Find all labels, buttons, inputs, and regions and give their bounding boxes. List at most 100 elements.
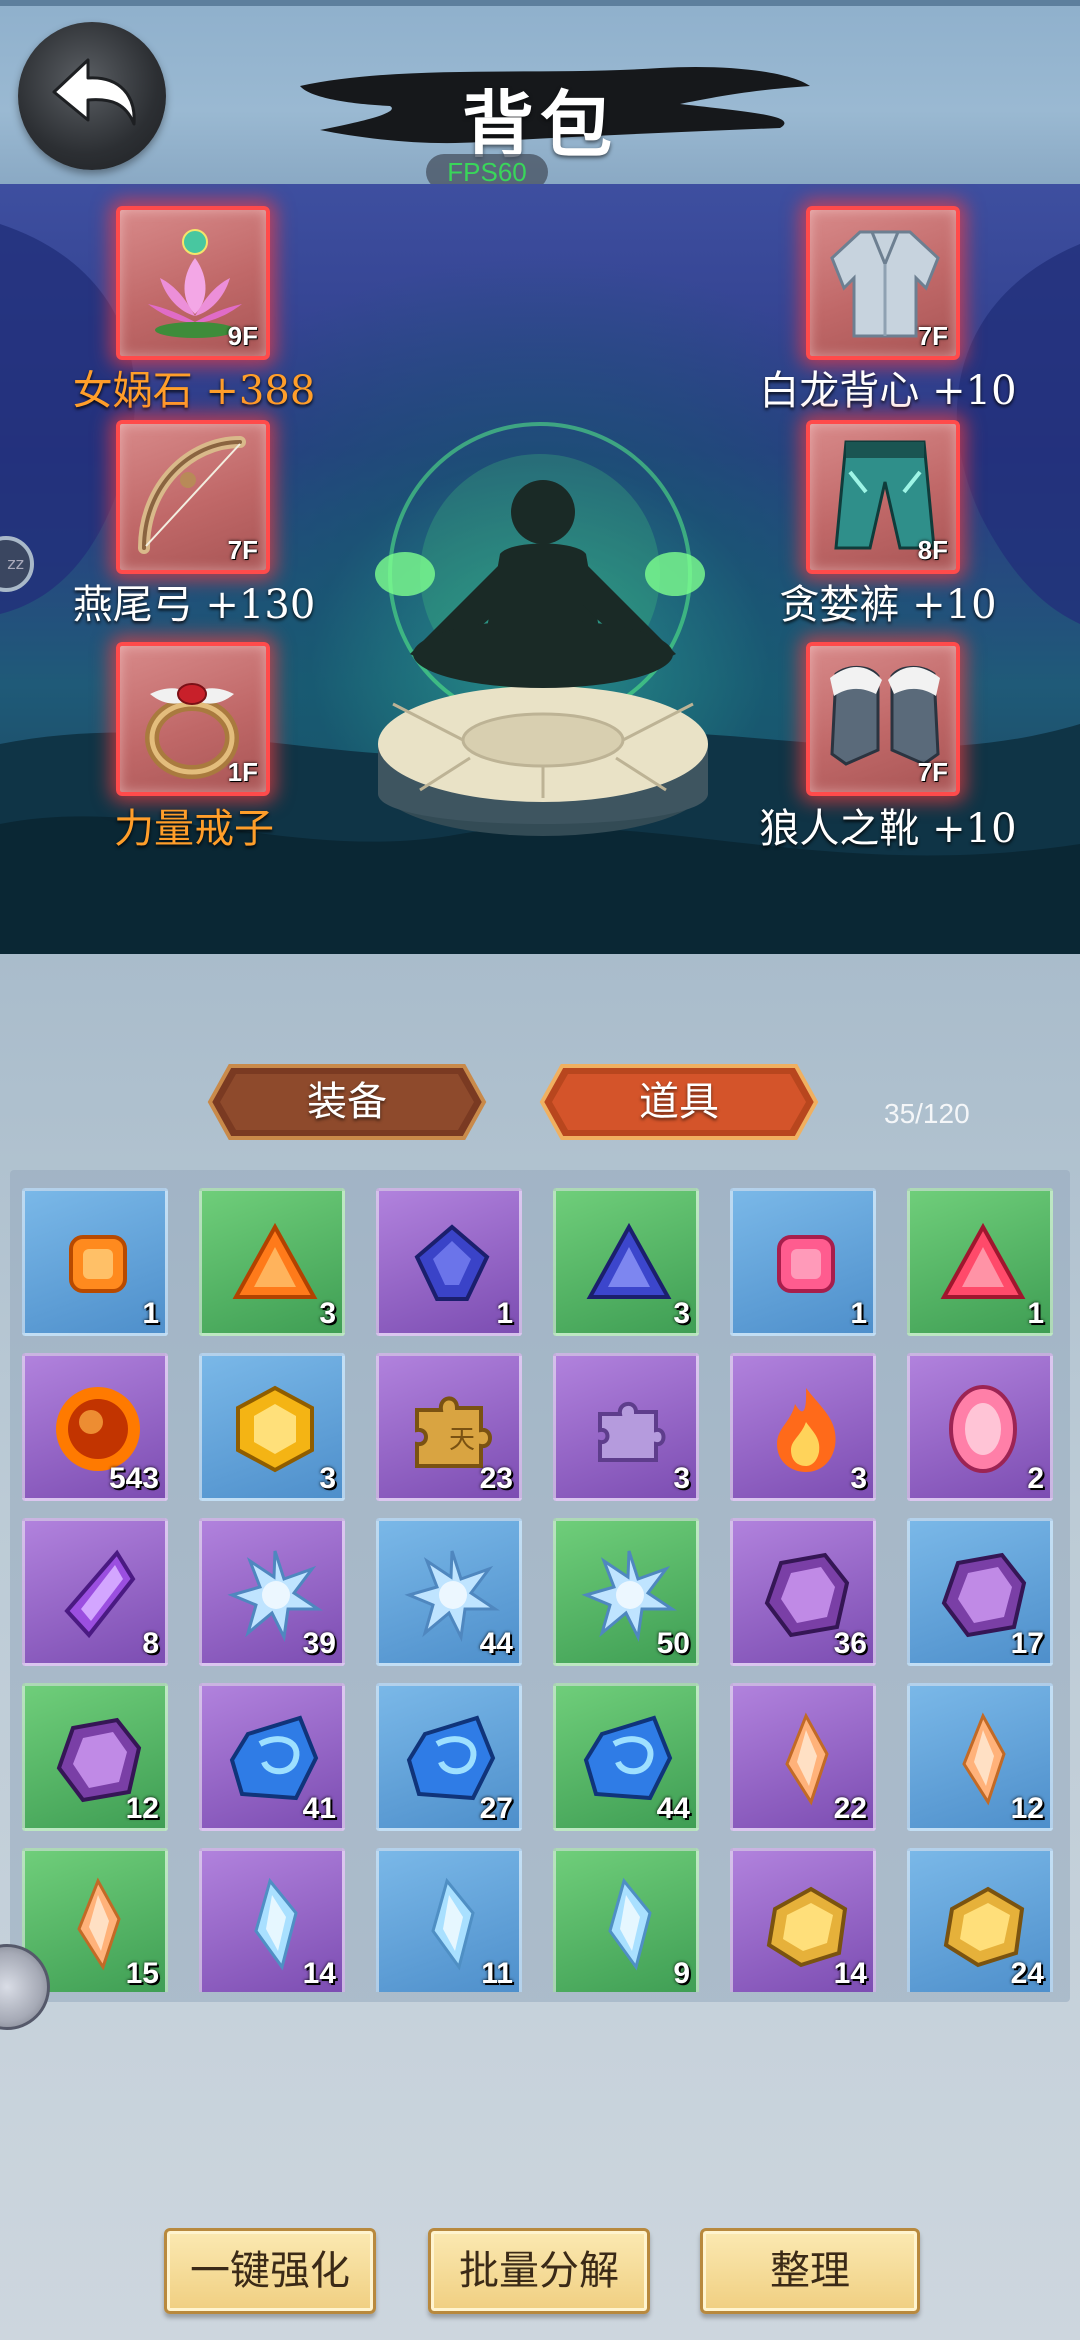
tab-equipment-label: 装备 <box>307 1079 387 1125</box>
inventory-item[interactable]: 3 <box>730 1353 876 1501</box>
inventory-item[interactable]: 1 <box>376 1188 522 1336</box>
flame-icon <box>777 1388 836 1472</box>
sort-button[interactable]: 整理 <box>700 2228 920 2314</box>
slot-floor: 9F <box>227 321 258 351</box>
item-quantity: 1 <box>850 1297 867 1330</box>
slot-floor: 7F <box>917 757 948 787</box>
item-quantity: 3 <box>673 1462 690 1495</box>
inventory-item[interactable]: 天 23 <box>376 1353 522 1501</box>
item-quantity: 22 <box>833 1792 867 1825</box>
item-grid[interactable]: 1 3 1 3 1 1 543 3 天 23 3 3 2 8 39 44 50 36 17 12 41 27 44 22 12 1… <box>22 1188 1062 1992</box>
item-quantity: 543 <box>108 1462 159 1495</box>
equipment-scene: zz 9F 女娲石 +388 7F 燕尾弓 +130 1F 力量戒子 7F 白龙… <box>0 184 1080 954</box>
item-quantity: 27 <box>479 1792 513 1825</box>
inventory-item[interactable]: 41 <box>199 1683 345 1831</box>
inventory-item[interactable]: 1 <box>22 1188 168 1336</box>
slot-floor: 8F <box>917 535 948 565</box>
svg-text:天: 天 <box>449 1425 475 1454</box>
inventory-item[interactable]: 36 <box>730 1518 876 1666</box>
item-quantity: 3 <box>673 1297 690 1330</box>
tab-items-label: 道具 <box>639 1079 719 1125</box>
item-quantity: 15 <box>125 1957 159 1990</box>
item-quantity: 23 <box>479 1462 513 1495</box>
item-quantity: 24 <box>1010 1957 1044 1990</box>
item-quantity: 3 <box>850 1462 867 1495</box>
inventory-item[interactable]: 3 <box>553 1353 699 1501</box>
inventory-item[interactable]: 14 <box>730 1848 876 1992</box>
batch-decompose-button[interactable]: 批量分解 <box>428 2228 650 2314</box>
equip-name-talisman: 女娲石 +388 <box>72 368 316 414</box>
item-quantity: 44 <box>656 1792 690 1825</box>
inventory-item[interactable]: 27 <box>376 1683 522 1831</box>
equip-slot-armor[interactable]: 7F <box>806 206 960 360</box>
light-blue-shard-icon <box>608 1877 652 1971</box>
item-quantity: 9 <box>673 1957 690 1990</box>
equip-slot-talisman[interactable]: 9F <box>116 206 270 360</box>
inventory-item[interactable]: 11 <box>376 1848 522 1992</box>
item-quantity: 39 <box>302 1627 336 1660</box>
equip-slot-boots[interactable]: 7F <box>806 642 960 796</box>
item-quantity: 17 <box>1010 1627 1044 1660</box>
blue-gem-icon <box>414 1224 490 1301</box>
equip-slot-pants[interactable]: 8F <box>806 420 960 574</box>
inventory-item[interactable]: 9 <box>553 1848 699 1992</box>
inventory-item[interactable]: 24 <box>907 1848 1053 1992</box>
item-quantity: 50 <box>656 1627 690 1660</box>
inventory-item[interactable]: 3 <box>553 1188 699 1336</box>
item-quantity: 14 <box>833 1957 867 1990</box>
item-quantity: 36 <box>833 1627 867 1660</box>
inventory-item[interactable]: 12 <box>907 1683 1053 1831</box>
inventory-item[interactable]: 3 <box>199 1353 345 1501</box>
orange-triangle-gem-icon <box>232 1222 318 1299</box>
pink-gem-icon <box>777 1235 835 1293</box>
item-quantity: 41 <box>302 1792 336 1825</box>
inventory-item[interactable]: 50 <box>553 1518 699 1666</box>
inventory-item[interactable]: 12 <box>22 1683 168 1831</box>
slot-floor: 1F <box>227 757 258 787</box>
inventory-item[interactable]: 44 <box>553 1683 699 1831</box>
page-title: 背包 <box>461 82 618 167</box>
item-quantity: 12 <box>125 1792 159 1825</box>
inventory-item[interactable]: 22 <box>730 1683 876 1831</box>
inventory-item[interactable]: 1 <box>907 1188 1053 1336</box>
inventory-item[interactable]: 39 <box>199 1518 345 1666</box>
tab-items[interactable]: 道具 <box>539 1064 819 1140</box>
item-quantity: 12 <box>1010 1792 1044 1825</box>
inventory-item[interactable]: 543 <box>22 1353 168 1501</box>
equip-name-boots: 狼人之靴 +10 <box>759 806 1017 852</box>
purple-puzzle-piece-icon <box>598 1402 666 1462</box>
auto-enhance-button[interactable]: 一键强化 <box>164 2228 376 2314</box>
equip-name-armor: 白龙背心 +10 <box>759 368 1017 414</box>
equip-name-pants: 贪婪裤 +10 <box>779 582 997 628</box>
top-bar: 背包 FPS60 <box>0 0 1080 190</box>
inventory-count: 35/120 <box>884 1098 970 1129</box>
item-quantity: 8 <box>142 1627 159 1660</box>
inventory-item[interactable]: 17 <box>907 1518 1053 1666</box>
inventory-item[interactable]: 8 <box>22 1518 168 1666</box>
tab-equipment[interactable]: 装备 <box>207 1064 487 1140</box>
slot-floor: 7F <box>917 321 948 351</box>
equip-name-ring: 力量戒子 <box>114 806 274 852</box>
inventory-item[interactable]: 44 <box>376 1518 522 1666</box>
pink-oval-gem-icon <box>949 1385 1017 1473</box>
inventory-item[interactable]: 14 <box>199 1848 345 1992</box>
inventory-item[interactable]: 2 <box>907 1353 1053 1501</box>
item-quantity: 44 <box>479 1627 513 1660</box>
item-quantity: 1 <box>496 1297 513 1330</box>
gold-hexagon-gem-icon <box>236 1385 314 1473</box>
inventory-item[interactable]: 3 <box>199 1188 345 1336</box>
item-quantity: 3 <box>319 1297 336 1330</box>
item-quantity: 14 <box>302 1957 336 1990</box>
inventory-item[interactable]: 1 <box>730 1188 876 1336</box>
blue-triangle-gem-icon <box>586 1222 672 1299</box>
equip-slot-ring[interactable]: 1F <box>116 642 270 796</box>
red-triangle-gem-icon <box>940 1222 1026 1299</box>
purple-crystal-icon <box>64 1549 136 1639</box>
orange-gem-icon <box>69 1235 127 1293</box>
equip-name-weapon: 燕尾弓 +130 <box>72 582 316 628</box>
item-quantity: 3 <box>319 1462 336 1495</box>
item-quantity: 11 <box>481 1957 513 1990</box>
equip-slot-weapon[interactable]: 7F <box>116 420 270 574</box>
item-quantity: 1 <box>142 1297 159 1330</box>
item-quantity: 2 <box>1027 1462 1044 1495</box>
